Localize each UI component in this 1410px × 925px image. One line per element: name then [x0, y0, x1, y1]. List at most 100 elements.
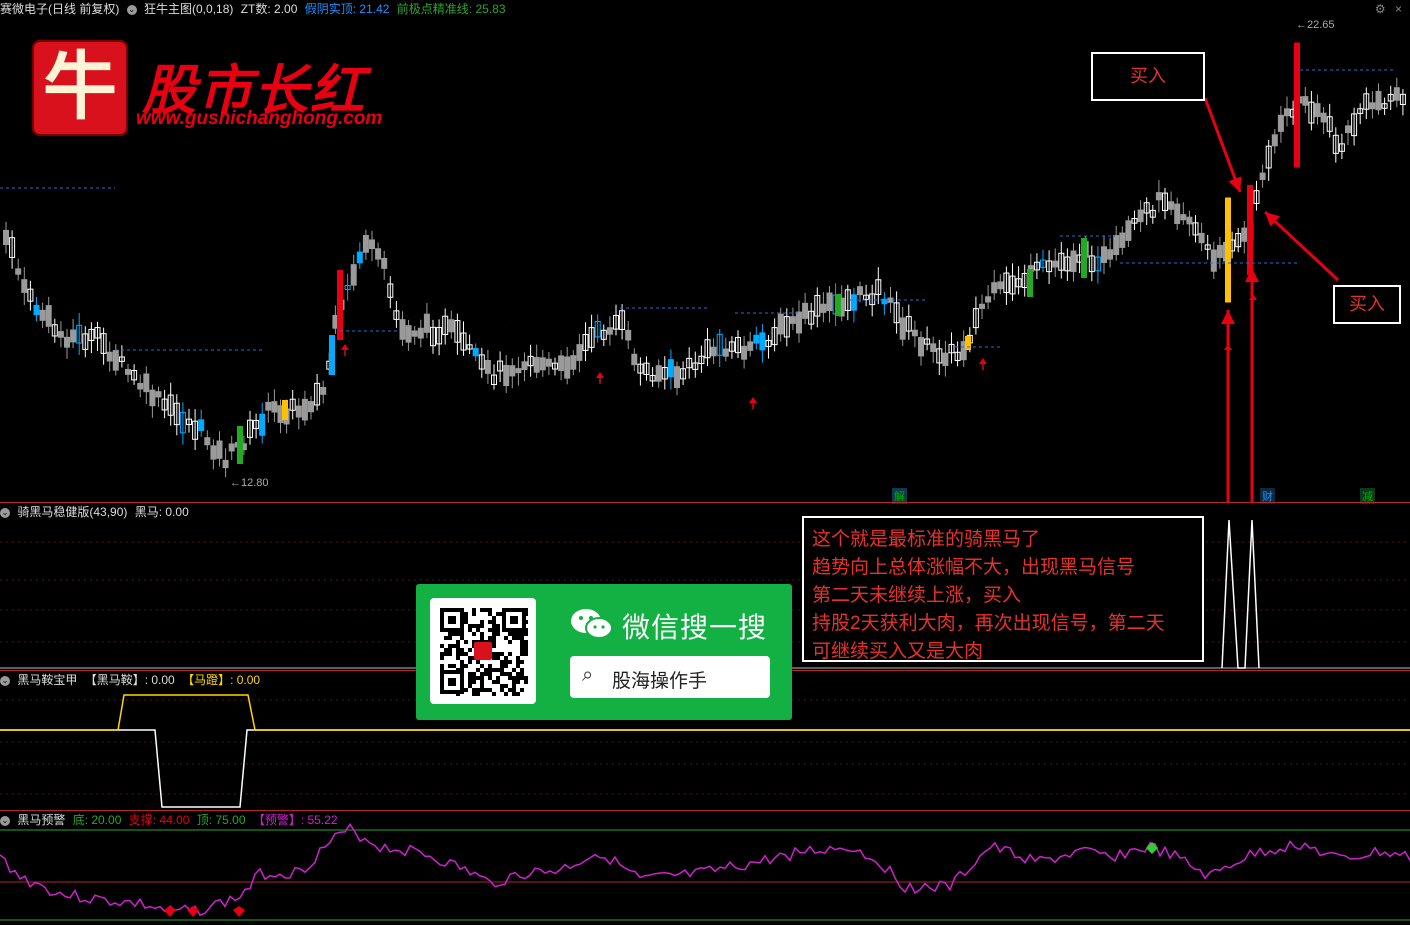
candle-body — [979, 303, 985, 309]
chevron-down-icon[interactable]: ⌄ — [0, 507, 10, 518]
candle-body — [576, 344, 583, 361]
candle-body — [1314, 103, 1321, 118]
candle-body — [350, 264, 357, 286]
buy-arrow-4 — [1263, 210, 1340, 282]
candle-body — [796, 311, 802, 334]
candle-body — [606, 327, 613, 335]
candle-body — [149, 389, 156, 407]
candle-body — [1113, 235, 1120, 256]
candle-body — [375, 248, 382, 260]
up-arrow-icon — [749, 397, 757, 403]
wechat-title: 微信搜一搜 — [622, 612, 768, 643]
panel1-title: 骑黑马稳健版(43,90) — [17, 505, 128, 519]
candle-body — [991, 282, 998, 294]
buy-annotation-2: 买入 — [1333, 285, 1401, 324]
candle-body — [1320, 112, 1327, 123]
signal-candle — [965, 336, 971, 350]
candle-body — [228, 443, 235, 452]
candle-body — [472, 348, 479, 357]
candle-body — [655, 365, 662, 382]
candle-body — [137, 382, 144, 390]
candle-body — [1375, 90, 1382, 111]
candle-body — [747, 341, 754, 351]
candle-body — [509, 365, 516, 377]
buy-label-1: 买入 — [1130, 66, 1166, 86]
candle-body — [826, 292, 833, 312]
candle-body — [1216, 244, 1223, 258]
signal-candle — [1027, 269, 1033, 297]
candle-body — [1168, 201, 1175, 210]
candle-body — [674, 366, 680, 388]
candle-body — [381, 257, 388, 269]
candle-body — [710, 346, 717, 357]
signal-candle — [282, 400, 288, 420]
wechat-logo-icon — [570, 606, 614, 642]
signal-candle — [337, 270, 343, 340]
candle-body — [259, 413, 266, 436]
candle-body — [625, 329, 632, 341]
buy-arrow-3 — [1203, 97, 1242, 193]
candle-body — [210, 445, 217, 460]
candle-body — [503, 364, 510, 387]
candle-body — [1125, 220, 1132, 241]
note-line-5: 可继续买入又是大肉 — [812, 641, 984, 662]
candle-body — [789, 316, 796, 324]
candle-body — [57, 331, 64, 338]
candle-body — [143, 373, 150, 393]
candle-body — [405, 325, 412, 343]
candle-body — [155, 391, 162, 398]
candle-body — [667, 359, 674, 378]
candle-body — [545, 358, 552, 367]
candle-body — [112, 349, 119, 371]
candle-body — [484, 359, 491, 374]
price-high-value: 22.65 — [1307, 19, 1335, 31]
candle-body — [265, 401, 272, 411]
candle-body — [722, 348, 729, 357]
qr-code-icon — [440, 608, 528, 696]
candle-body — [1259, 172, 1266, 180]
candle-body — [125, 368, 131, 375]
panel3-support: 支撑: 44.00 — [128, 813, 190, 827]
candle-body — [777, 313, 784, 335]
candle-body — [222, 459, 229, 469]
candle-body — [1284, 108, 1290, 117]
candle-body — [308, 401, 314, 413]
up-arrow-icon — [341, 344, 349, 350]
wechat-search-box[interactable]: ⌕ 股海操作手 — [570, 656, 770, 698]
candle-body — [362, 235, 369, 253]
candle-body — [564, 356, 571, 379]
note-line-1: 这个就是最标准的骑黑马了 — [812, 529, 1041, 550]
candle-body — [320, 387, 327, 395]
chevron-down-icon[interactable]: ⌄ — [0, 675, 10, 686]
wechat-promo[interactable]: 微信搜一搜 ⌕ 股海操作手 — [416, 584, 792, 720]
buy-label-2: 买入 — [1349, 294, 1385, 314]
candle-body — [411, 330, 418, 337]
candle-body — [759, 332, 766, 351]
panel1-header: ⌄ 骑黑马稳健版(43,90) 黑马: 0.00 — [0, 504, 193, 520]
signal-candle — [1247, 185, 1253, 275]
diamond-icon — [164, 906, 176, 917]
chevron-down-icon[interactable]: ⌄ — [0, 815, 10, 826]
strategy-note: 这个就是最标准的骑黑马了 趋势向上总体涨幅不大，出现黑马信号 第二天未继续上涨，… — [802, 516, 1204, 662]
candle-body — [911, 329, 918, 337]
candle-body — [1369, 102, 1376, 110]
candle-body — [1345, 125, 1351, 134]
candle-body — [1137, 209, 1144, 223]
candle-body — [39, 309, 46, 321]
candle-body — [1393, 87, 1400, 101]
panel3-warn: 【预警】: 55.22 — [252, 813, 338, 827]
candle-body — [45, 305, 52, 327]
warning-line — [0, 822, 1410, 917]
panel3-title: 黑马预警 — [17, 813, 66, 827]
candle-body — [1174, 203, 1181, 224]
candle-body — [539, 357, 546, 371]
signal-candle — [237, 426, 243, 464]
price-low-value: 12.80 — [241, 477, 269, 489]
panel3-header: ⌄ 黑马预警 底: 20.00 支撑: 44.00 顶: 75.00 【预警】:… — [0, 812, 342, 828]
candle-body — [204, 437, 211, 446]
candle-body — [64, 336, 70, 348]
note-line-4: 持股2天获利大肉，再次出现信号，第二天 — [812, 613, 1165, 634]
candle-body — [15, 268, 22, 275]
price-high-label: ←22.65 — [1296, 19, 1335, 31]
signal-candle — [1225, 197, 1231, 303]
